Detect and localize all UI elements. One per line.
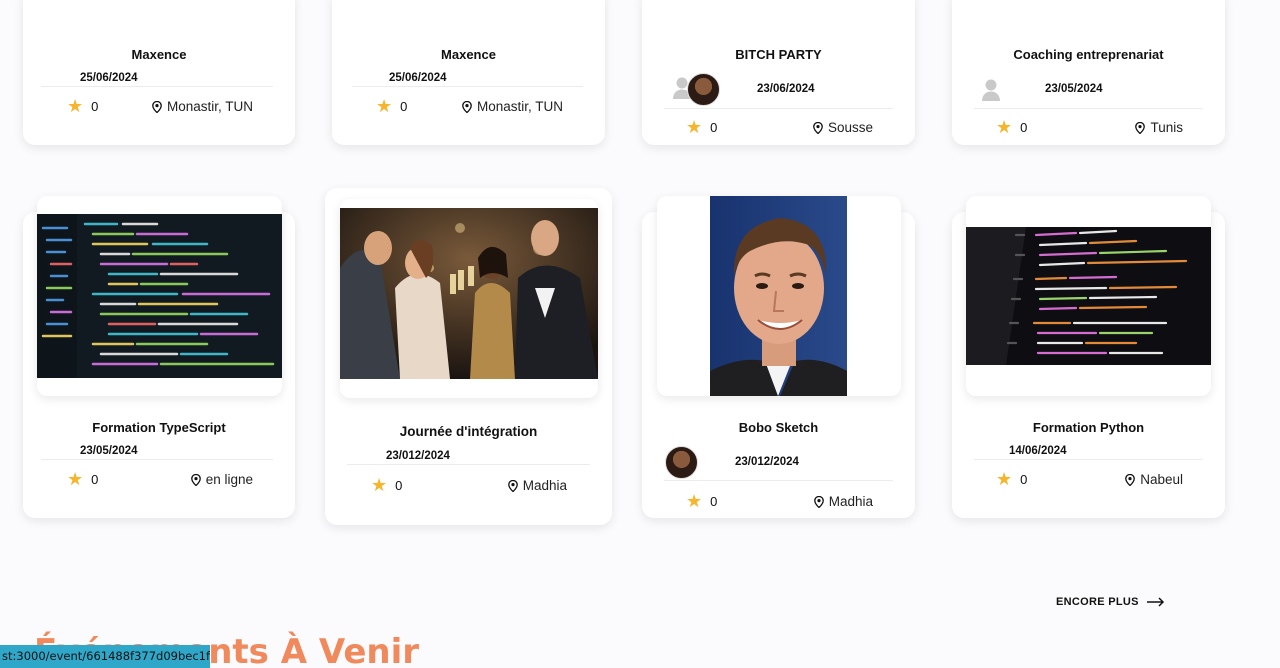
star-icon: ★ [996,469,1013,489]
event-title: Formation TypeScript [92,420,226,435]
attendee-avatar [665,446,698,479]
location: Nabeul [1125,472,1183,487]
star-icon: ★ [67,96,84,116]
location-pin-icon [1125,473,1136,486]
event-title: Bobo Sketch [738,420,819,435]
star-icon: ★ [376,96,393,116]
rating-value: 0 [395,477,403,493]
event-date: 14/06/2024 [1009,445,1067,457]
load-more-label: ENCORE PLUS [1056,596,1139,608]
location-text: Nabeul [1140,472,1183,487]
event-date: 23/012/2024 [735,456,799,468]
event-image-frame [966,196,1211,396]
star-icon: ★ [67,469,84,489]
divider [41,86,273,87]
browser-status-url: st:3000/event/661488f377d09bec1fb4d54d [0,645,210,668]
event-date: 23/06/2024 [757,83,815,95]
rating: ★ 0 [686,492,717,510]
event-image-frame [657,196,901,396]
location-pin-icon [1135,121,1146,134]
location: Monastir, TUN [462,99,563,114]
divider [664,108,893,109]
event-card[interactable]: Maxence 25/06/2024 ★ 0 Monastir, TUN [332,0,605,145]
rating: ★ 0 [686,118,717,136]
event-date: 25/06/2024 [389,72,447,84]
user-placeholder-icon [982,79,1000,101]
rating: ★ 0 [996,470,1027,488]
event-card[interactable]: Coaching entreprenariat 23/05/2024 ★ 0 T… [952,0,1225,145]
attendee-avatar [687,73,720,106]
event-card[interactable]: Maxence 25/06/2024 ★ 0 Monastir, TUN [23,0,295,145]
rating: ★ 0 [371,476,402,494]
rating-value: 0 [1020,119,1028,135]
location: Tunis [1135,120,1183,135]
star-icon: ★ [686,117,703,137]
event-title: Formation Python [1032,420,1145,435]
location-text: Monastir, TUN [476,99,563,114]
divider [352,86,583,87]
location-text: en ligne [205,472,253,487]
location-pin-icon [507,479,518,492]
rating-value: 0 [1020,471,1028,487]
location-text: Monastir, TUN [166,99,253,114]
location: Madhia [813,494,873,509]
location-pin-icon [462,100,472,113]
divider [41,459,273,460]
star-icon: ★ [371,475,388,495]
location: Sousse [813,120,873,135]
event-image-frame [37,196,282,396]
star-icon: ★ [996,117,1013,137]
event-image[interactable] [966,227,1211,365]
location-pin-icon [813,495,824,508]
rating-value: 0 [400,98,408,114]
divider [347,464,590,465]
rating: ★ 0 [376,97,407,115]
location-text: Madhia [828,494,873,509]
event-image[interactable] [710,196,847,396]
location-pin-icon [152,100,162,113]
location: en ligne [190,472,253,487]
event-title: Coaching entreprenariat [1013,47,1164,62]
event-title: Journée d'intégration [399,424,538,439]
event-image[interactable] [340,208,598,379]
event-date: 23/012/2024 [386,450,450,462]
event-title: Maxence [131,47,187,62]
star-icon: ★ [686,491,703,511]
location-pin-icon [813,121,823,134]
location-text: Tunis [1150,120,1183,135]
divider [664,480,893,481]
event-title: Maxence [441,47,496,62]
event-image[interactable] [37,214,282,378]
location-text: Madhia [522,478,567,493]
divider [974,108,1203,109]
rating: ★ 0 [996,118,1027,136]
load-more-link[interactable]: ENCORE PLUS [1056,596,1165,608]
rating-value: 0 [91,98,99,114]
event-card[interactable]: BITCH PARTY 23/06/2024 ★ 0 Sousse [642,0,915,145]
location: Madhia [507,478,567,493]
rating: ★ 0 [67,97,98,115]
rating-value: 0 [710,493,718,509]
divider [974,459,1203,460]
event-date: 23/05/2024 [1045,83,1103,95]
location: Monastir, TUN [152,99,253,114]
location-pin-icon [190,473,201,486]
event-date: 23/05/2024 [80,445,138,457]
location-text: Sousse [827,120,873,135]
event-image-frame [340,199,598,398]
arrow-right-icon [1146,597,1164,607]
rating-value: 0 [710,119,718,135]
rating-value: 0 [91,471,99,487]
event-title: BITCH PARTY [735,47,822,62]
event-date: 25/06/2024 [80,72,138,84]
rating: ★ 0 [67,470,98,488]
